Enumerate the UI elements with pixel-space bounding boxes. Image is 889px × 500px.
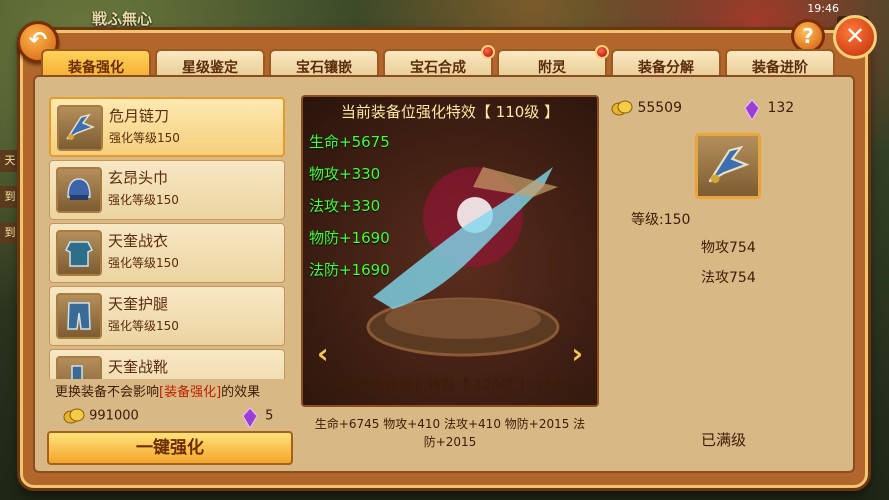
stat-line: 物攻+330 (309, 165, 381, 183)
leggings-icon (56, 293, 102, 339)
equipment-detail-panel: 55509 132 等级:150 物攻754 法攻754 已满级 (605, 95, 845, 455)
crystal-cost: 5 (265, 408, 274, 424)
item-name: 危月链刀 (109, 107, 170, 125)
edge-tag[interactable]: 到 (0, 222, 20, 244)
list-item[interactable]: 危月链刀 强化等级150 (49, 97, 285, 157)
chevron-left-icon[interactable]: ‹ (317, 337, 329, 370)
help-button[interactable]: ? (791, 19, 825, 53)
item-name: 天奎战衣 (108, 232, 169, 250)
stat-line: 法攻+330 (309, 197, 381, 215)
helmet-icon (56, 167, 102, 213)
list-item[interactable]: 天奎战衣 强化等级150 (49, 223, 285, 283)
item-level: 强化等级150 (108, 193, 179, 207)
left-edge-tags: 天 到 到 (0, 150, 22, 258)
magic-attack: 法攻754 (701, 270, 756, 286)
close-button[interactable]: ✕ (833, 15, 877, 59)
item-level: 强化等级150 (108, 256, 179, 270)
question-icon: ? (802, 24, 814, 48)
close-icon: ✕ (844, 22, 866, 50)
player-name: 戦ふ無心 (92, 10, 153, 28)
equipment-level: 等级:150 (631, 212, 691, 228)
item-name: 天奎战靴 (108, 358, 169, 376)
enhance-note: 更换装备不会影响[装备强化]的效果 (55, 385, 261, 400)
one-key-enhance-button[interactable]: 一键强化 (47, 431, 293, 465)
notification-dot-icon (595, 45, 609, 59)
stat-line: 生命+5675 (309, 133, 390, 151)
list-item[interactable]: 天奎护腿 强化等级150 (49, 286, 285, 346)
physical-attack: 物攻754 (701, 240, 756, 256)
next-effect-title: 下级装备位强化特效【 120级 】 (4/8) (329, 378, 571, 394)
armor-icon (56, 230, 102, 276)
chevron-right-icon[interactable]: › (571, 337, 583, 370)
equipment-list[interactable]: 危月链刀 强化等级150 玄昂头巾 强化等级150 天奎战衣 强化等级150 天… (49, 97, 289, 379)
gold-cost: 991000 (89, 408, 139, 424)
item-name: 天奎护腿 (108, 295, 169, 313)
next-effect-stats: 生命+6745 物攻+410 法攻+410 物防+2015 法防+2015 (314, 417, 586, 449)
item-level: 强化等级150 (108, 319, 179, 333)
boots-icon (56, 356, 102, 379)
list-item[interactable]: 玄昂头巾 强化等级150 (49, 160, 285, 220)
blade-icon (57, 105, 103, 151)
stat-line: 物防+1690 (309, 229, 390, 247)
gold-coin-icon (63, 407, 85, 425)
crystal-icon (741, 99, 763, 121)
effect-showcase: 当前装备位强化特效【 110级 】 生命+5675 物攻+330 法攻+330 … (301, 95, 599, 407)
current-stats: 生命+5675 物攻+330 法攻+330 物防+1690 法防+1690 (309, 131, 390, 291)
edge-tag[interactable]: 天 (0, 150, 20, 172)
selected-equipment-icon[interactable] (695, 133, 761, 199)
equipment-dialog: ↶ ? ✕ 装备强化 星级鉴定 宝石镶嵌 宝石合成 附灵 装备分解 装备进阶 危… (17, 15, 877, 488)
gold-coin-icon (611, 99, 633, 117)
list-item[interactable]: 天奎战靴 (49, 349, 285, 379)
stat-line: 法防+1690 (309, 261, 390, 279)
edge-tag[interactable]: 到 (0, 186, 20, 208)
gold-balance: 55509 (611, 99, 682, 117)
notification-dot-icon (481, 45, 495, 59)
max-level-status: 已满级 (701, 431, 747, 449)
cost-resources: 991000 5 (63, 407, 303, 429)
crystal-icon (239, 407, 261, 429)
item-name: 玄昂头巾 (108, 169, 169, 187)
clock: 19:46 (807, 2, 839, 15)
item-level: 强化等级150 (109, 131, 180, 145)
crystal-balance: 132 (741, 99, 794, 121)
